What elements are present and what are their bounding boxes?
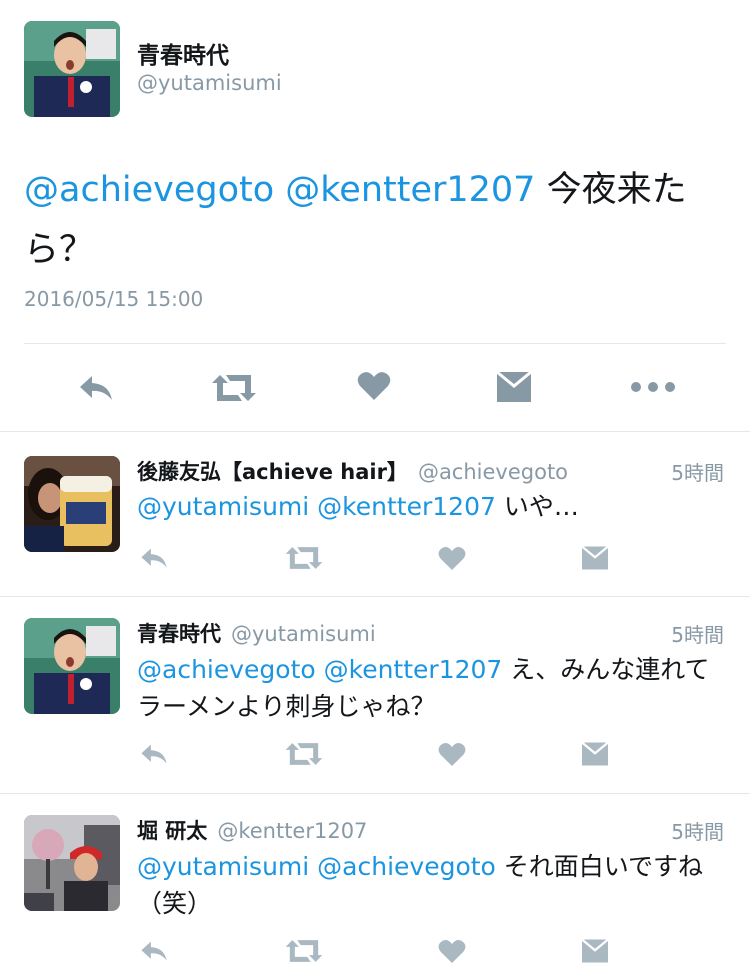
- retweet-icon[interactable]: [282, 737, 326, 771]
- author-name[interactable]: 青春時代: [137, 36, 229, 70]
- dm-icon[interactable]: [576, 737, 614, 771]
- reply-time: 5時間: [671, 820, 724, 844]
- reply-header: 後藤友弘【achieve hair】 @achievegoto: [137, 456, 568, 486]
- reply-author-handle[interactable]: @kentter1207: [217, 819, 367, 843]
- reply-mentions[interactable]: @yutamisumi @achievegoto: [137, 852, 496, 881]
- reply-author-handle[interactable]: @achievegoto: [418, 460, 568, 484]
- reply-author-name[interactable]: 後藤友弘【achieve hair】: [137, 460, 408, 484]
- reply-avatar[interactable]: [24, 618, 120, 714]
- divider: [0, 431, 750, 432]
- retweet-icon[interactable]: [208, 368, 260, 408]
- like-icon[interactable]: [354, 366, 394, 406]
- reply-icon[interactable]: [134, 934, 174, 968]
- retweet-icon[interactable]: [282, 934, 326, 968]
- divider: [24, 343, 726, 344]
- reply-text: @achievegoto @kentter1207 え、みんな連れてラーメンより…: [137, 651, 727, 725]
- like-icon[interactable]: [434, 934, 470, 968]
- reply-time: 5時間: [671, 623, 724, 647]
- tweet-timestamp: 2016/05/15 15:00: [24, 287, 204, 311]
- dm-icon[interactable]: [492, 366, 536, 408]
- like-icon[interactable]: [434, 737, 470, 771]
- reply-header: 堀 研太 @kentter1207: [137, 815, 367, 845]
- author-avatar[interactable]: [24, 21, 120, 117]
- divider: [0, 793, 750, 794]
- retweet-icon[interactable]: [282, 541, 326, 575]
- reply-body: いや…: [495, 492, 579, 521]
- reply-text: @yutamisumi @kentter1207 いや…: [137, 488, 727, 525]
- author-handle[interactable]: @yutamisumi: [137, 71, 282, 95]
- reply-header: 青春時代 @yutamisumi: [137, 618, 376, 648]
- reply-mentions[interactable]: @yutamisumi @kentter1207: [137, 492, 496, 521]
- reply-avatar[interactable]: [24, 815, 120, 911]
- reply-icon[interactable]: [134, 737, 174, 771]
- reply-author-name[interactable]: 堀 研太: [137, 819, 207, 843]
- reply-text: @yutamisumi @achievegoto それ面白いですね（笑）: [137, 848, 727, 922]
- reply-author-handle[interactable]: @yutamisumi: [231, 622, 376, 646]
- reply-mentions[interactable]: @achievegoto @kentter1207: [137, 655, 502, 684]
- reply-author-name[interactable]: 青春時代: [137, 622, 221, 646]
- dm-icon[interactable]: [576, 541, 614, 575]
- like-icon[interactable]: [434, 541, 470, 575]
- reply-icon[interactable]: [134, 541, 174, 575]
- tweet-text: @achievegoto @kentter1207 今夜来たら？: [24, 160, 704, 280]
- divider: [0, 596, 750, 597]
- reply-avatar[interactable]: [24, 456, 120, 552]
- reply-time: 5時間: [671, 461, 724, 485]
- tweet-mentions[interactable]: @achievegoto @kentter1207: [24, 170, 535, 210]
- reply-icon[interactable]: [74, 368, 118, 408]
- dm-icon[interactable]: [576, 934, 614, 968]
- more-icon[interactable]: [628, 372, 678, 402]
